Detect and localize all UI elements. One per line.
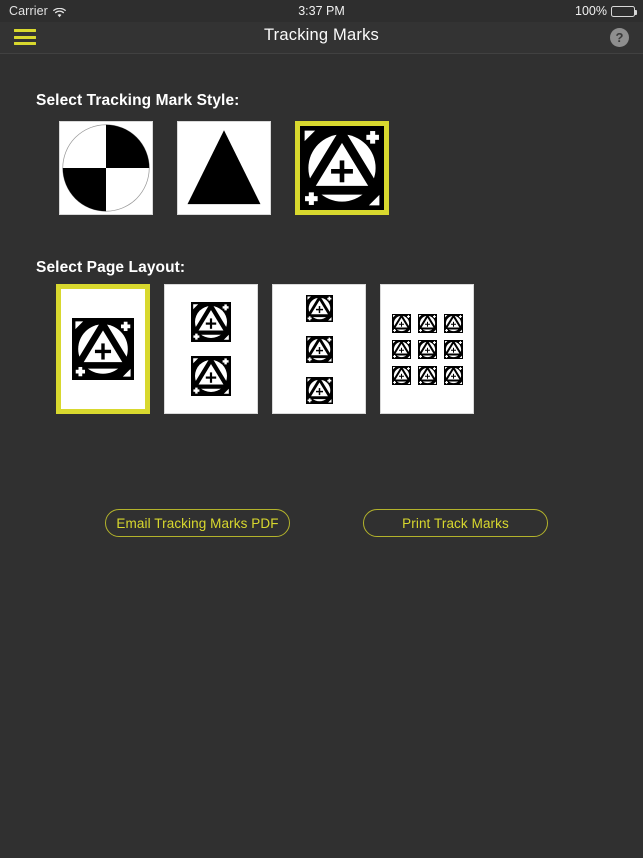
tracking-mark-preview (191, 301, 231, 342)
status-bar-right: 100% (575, 4, 637, 18)
quadrant-circle-mark-artwork (60, 122, 152, 214)
tracking-mark-preview (391, 365, 411, 385)
layout-option-row (56, 284, 474, 414)
mark-grid (391, 313, 463, 385)
page-layout-2-up-preview (165, 285, 257, 413)
print-track-marks-button[interactable]: Print Track Marks (363, 509, 548, 537)
tracking-mark-preview (191, 355, 231, 396)
page-layout-3-up-preview (273, 285, 365, 413)
tracking-mark-preview (305, 376, 333, 404)
tracking-mark-preview (417, 313, 437, 333)
mark-grid (191, 301, 231, 396)
tracking-mark-preview (417, 365, 437, 385)
email-tracking-marks-pdf-button[interactable]: Email Tracking Marks PDF (105, 509, 290, 537)
circle-triangle-cross-mark[interactable] (295, 121, 389, 215)
content-area: Select Tracking Mark Style: Select Page … (0, 53, 643, 858)
page-title: Tracking Marks (264, 26, 379, 44)
battery-percent-label: 100% (575, 4, 607, 18)
battery-full-icon (611, 5, 637, 17)
page-layout-2-up[interactable] (164, 284, 258, 414)
page-layout-9-up[interactable] (380, 284, 474, 414)
circle-triangle-cross-mark-artwork (300, 126, 384, 210)
layout-section-label: Select Page Layout: (36, 259, 186, 276)
tracking-mark-preview (443, 313, 463, 333)
style-section-label: Select Tracking Mark Style: (36, 92, 240, 109)
page-layout-3-up[interactable] (272, 284, 366, 414)
tracking-mark-preview (443, 365, 463, 385)
tracking-mark-preview (305, 294, 333, 322)
tracking-mark-preview (72, 317, 134, 380)
mark-grid (305, 294, 333, 404)
status-bar-clock: 3:37 PM (298, 4, 345, 18)
tracking-mark-preview (391, 339, 411, 359)
style-option-row (59, 121, 389, 215)
help-question-icon[interactable]: ? (610, 28, 629, 47)
solid-triangle-mark-artwork (178, 122, 270, 214)
page-layout-1-up-preview (61, 289, 145, 409)
page-layout-9-up-preview (381, 285, 473, 413)
status-bar: Carrier 3:37 PM 100% (0, 0, 643, 22)
navigation-bar: Tracking Marks ? (0, 22, 643, 54)
tracking-mark-preview (391, 313, 411, 333)
page-layout-1-up[interactable] (56, 284, 150, 414)
quadrant-circle-mark[interactable] (59, 121, 153, 215)
mark-grid (72, 317, 134, 380)
solid-triangle-mark[interactable] (177, 121, 271, 215)
tracking-mark-preview (443, 339, 463, 359)
tracking-mark-preview (417, 339, 437, 359)
tracking-mark-preview (305, 335, 333, 363)
